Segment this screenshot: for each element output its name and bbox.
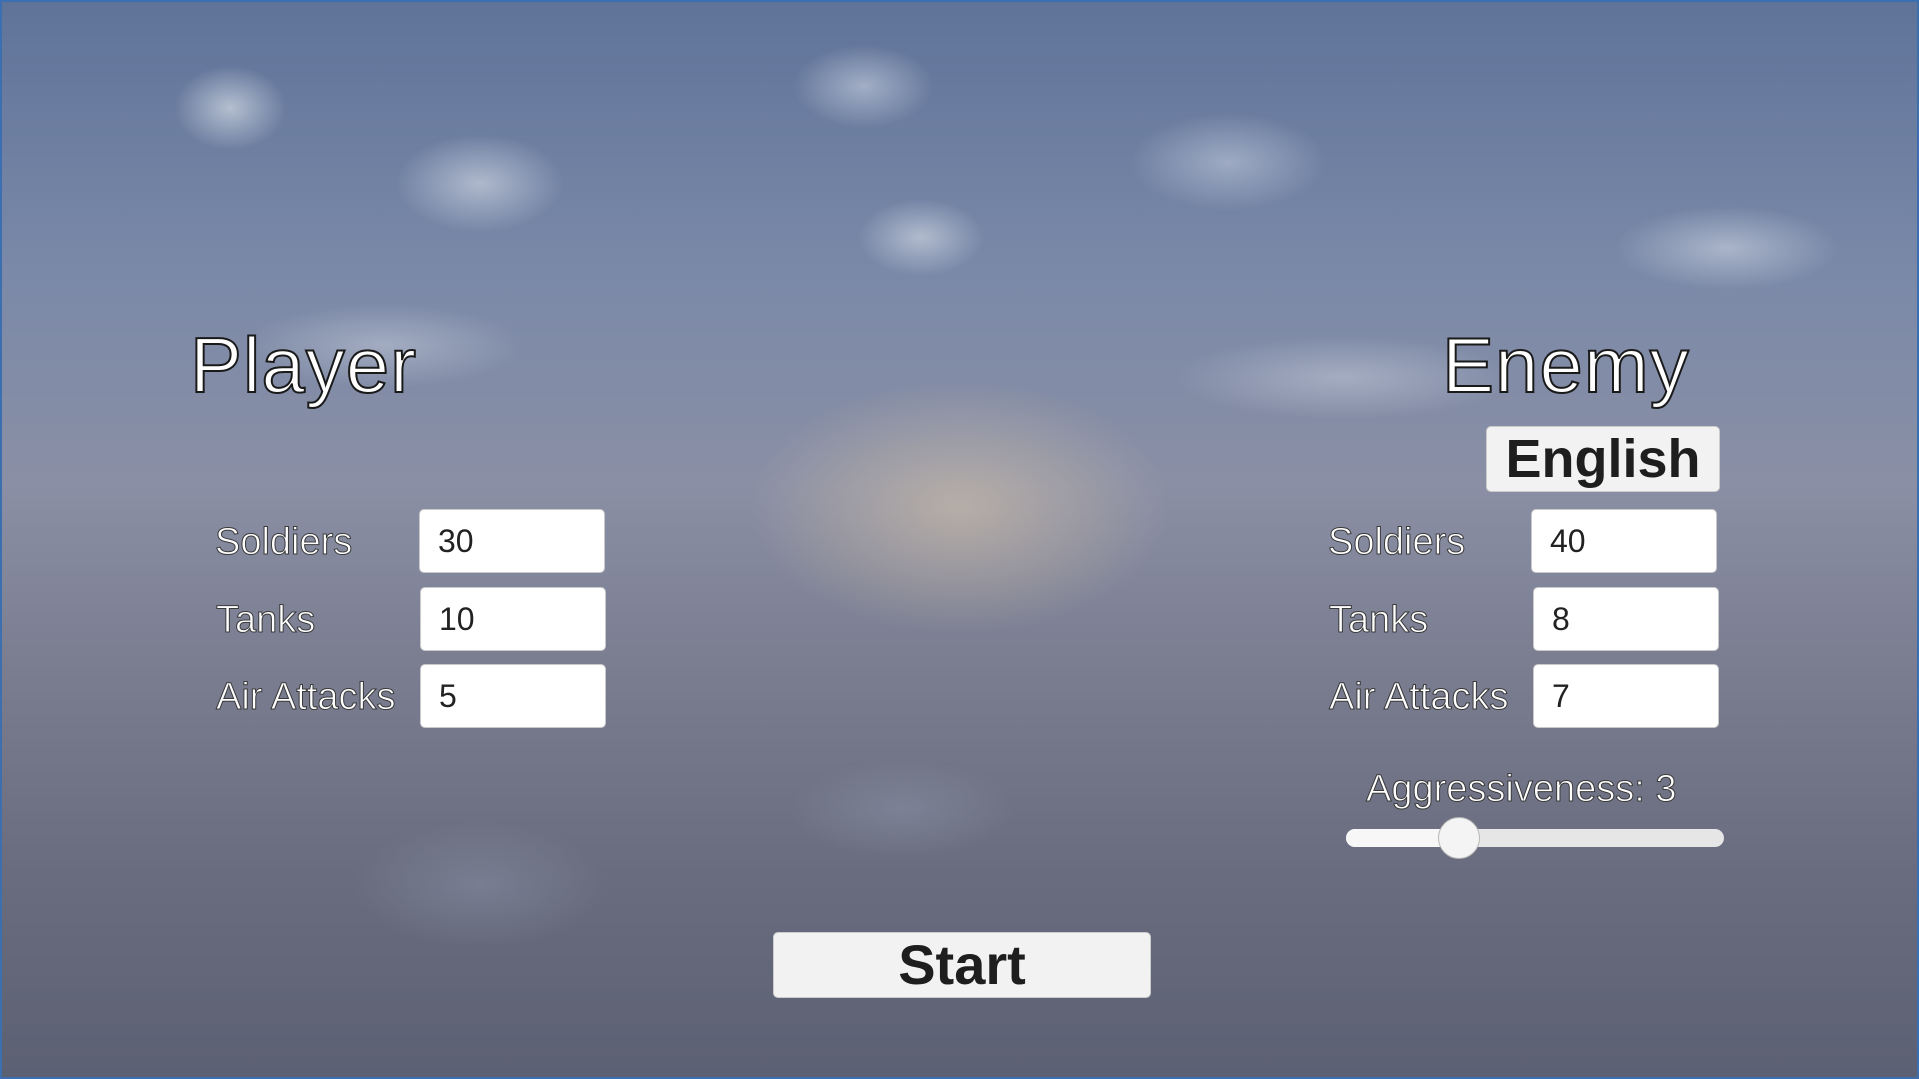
player-title: Player <box>189 321 418 409</box>
enemy-soldiers-label: Soldiers <box>1327 521 1466 563</box>
enemy-title: Enemy <box>1441 321 1690 409</box>
aggressiveness-label: Aggressiveness: 3 <box>1366 768 1677 810</box>
enemy-air-attacks-label: Air Attacks <box>1329 676 1509 718</box>
player-soldiers-label: Soldiers <box>214 521 353 563</box>
player-soldiers-input[interactable] <box>419 509 605 573</box>
player-tanks-input[interactable] <box>420 587 606 651</box>
enemy-air-attacks-input[interactable] <box>1533 664 1719 728</box>
enemy-soldiers-input[interactable] <box>1531 509 1717 573</box>
player-tanks-label: Tanks <box>215 599 316 641</box>
enemy-tanks-input[interactable] <box>1533 587 1719 651</box>
aggressiveness-slider[interactable] <box>1346 817 1724 859</box>
language-button[interactable]: English <box>1486 426 1720 492</box>
start-button[interactable]: Start <box>773 932 1151 998</box>
player-air-attacks-input[interactable] <box>420 664 606 728</box>
aggressiveness-slider-handle[interactable] <box>1438 817 1481 859</box>
enemy-tanks-label: Tanks <box>1328 599 1429 641</box>
player-air-attacks-label: Air Attacks <box>216 676 396 718</box>
